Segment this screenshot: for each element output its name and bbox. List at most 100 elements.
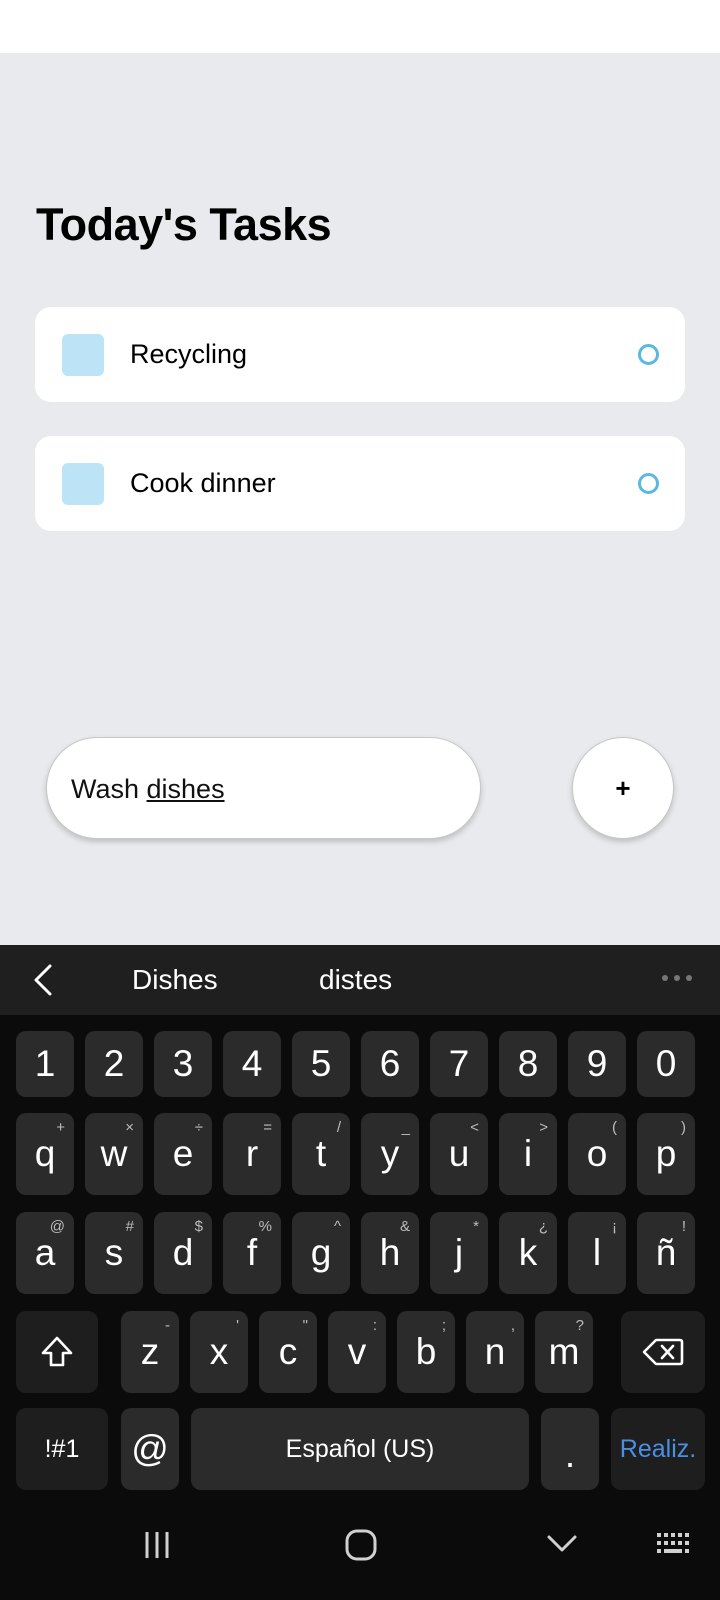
key-label: 8 — [517, 1043, 539, 1084]
task-label: Recycling — [130, 339, 248, 369]
key-hint: & — [399, 1218, 410, 1235]
number-key[interactable]: 9 — [568, 1031, 626, 1097]
key-label: q — [34, 1133, 56, 1174]
key-label: 0 — [655, 1043, 677, 1084]
key-label: z — [140, 1331, 160, 1372]
letter-key[interactable]: q + — [16, 1113, 74, 1195]
number-key[interactable]: 4 — [223, 1031, 281, 1097]
key-hint: * — [473, 1218, 479, 1235]
key-label: x — [209, 1331, 229, 1372]
letter-key[interactable]: w × — [85, 1113, 143, 1195]
letter-key[interactable]: k ¿ — [499, 1212, 557, 1294]
key-label: i — [523, 1133, 533, 1174]
key-hint: ¿ — [538, 1218, 548, 1235]
shift-arrow-icon — [41, 1336, 73, 1367]
key-hint: × — [125, 1119, 134, 1136]
task-complete-circle-icon[interactable] — [638, 344, 659, 365]
key-hint: ' — [236, 1317, 239, 1334]
at-key[interactable]: @ — [121, 1408, 179, 1490]
key-hint: @ — [49, 1218, 65, 1235]
key-label: 4 — [241, 1043, 263, 1084]
letter-key[interactable]: m? — [535, 1311, 593, 1393]
letter-key[interactable]: l ¡ — [568, 1212, 626, 1294]
space-key[interactable]: Español (US) — [191, 1408, 529, 1490]
key-label: r — [245, 1133, 259, 1174]
letter-key[interactable]: p) — [637, 1113, 695, 1195]
suggestion-word[interactable]: Dishes — [132, 945, 218, 1015]
key-label: b — [415, 1331, 437, 1372]
key-hint: ^ — [333, 1218, 341, 1235]
letter-key[interactable]: s # — [85, 1212, 143, 1294]
key-hint: ÷ — [194, 1119, 203, 1136]
shift-key[interactable] — [16, 1311, 98, 1393]
more-options-icon[interactable] — [662, 975, 692, 985]
letter-key[interactable]: b; — [397, 1311, 455, 1393]
chevron-left-icon[interactable] — [30, 963, 60, 997]
status-bar — [0, 0, 720, 53]
suggestion-word[interactable]: distes — [319, 945, 392, 1015]
key-label: j — [454, 1232, 464, 1273]
key-label: w — [100, 1133, 128, 1174]
letter-key[interactable]: j * — [430, 1212, 488, 1294]
task-card[interactable]: Recycling — [35, 307, 685, 402]
key-label: o — [586, 1133, 608, 1174]
add-task-button[interactable]: + — [572, 737, 674, 839]
letter-key[interactable]: n, — [466, 1311, 524, 1393]
letter-key[interactable]: r = — [223, 1113, 281, 1195]
letter-key[interactable]: h & — [361, 1212, 419, 1294]
key-label: d — [172, 1232, 194, 1273]
key-hint: ) — [681, 1119, 686, 1136]
key-hint: = — [263, 1119, 272, 1136]
key-label: ñ — [655, 1232, 677, 1273]
letter-key[interactable]: t / — [292, 1113, 350, 1195]
key-hint: + — [56, 1119, 65, 1136]
number-key[interactable]: 8 — [499, 1031, 557, 1097]
period-key[interactable]: . — [541, 1408, 599, 1490]
key-hint: < — [470, 1119, 479, 1136]
home-icon[interactable] — [344, 1528, 378, 1562]
letter-key[interactable]: e ÷ — [154, 1113, 212, 1195]
letter-key[interactable]: a @ — [16, 1212, 74, 1294]
letter-key[interactable]: ñ! — [637, 1212, 695, 1294]
number-key[interactable]: 7 — [430, 1031, 488, 1097]
key-hint: ; — [441, 1317, 446, 1334]
number-key[interactable]: 6 — [361, 1031, 419, 1097]
number-key[interactable]: 1 — [16, 1031, 74, 1097]
key-label: h — [379, 1232, 401, 1273]
key-hint: $ — [194, 1218, 203, 1235]
task-card[interactable]: Cook dinner — [35, 436, 685, 531]
number-key[interactable]: 3 — [154, 1031, 212, 1097]
letter-key[interactable]: y _ — [361, 1113, 419, 1195]
letter-key[interactable]: o( — [568, 1113, 626, 1195]
key-label: m — [548, 1331, 580, 1372]
recent-apps-icon[interactable] — [142, 1530, 172, 1560]
key-label: 2 — [103, 1043, 125, 1084]
keyboard-icon[interactable] — [655, 1530, 695, 1560]
key-hint: - — [165, 1317, 170, 1334]
letter-key[interactable]: i > — [499, 1113, 557, 1195]
task-square-icon[interactable] — [62, 463, 104, 505]
letter-key[interactable]: v: — [328, 1311, 386, 1393]
task-complete-circle-icon[interactable] — [638, 473, 659, 494]
symbols-key[interactable]: !#1 — [16, 1408, 108, 1490]
letter-key[interactable]: d $ — [154, 1212, 212, 1294]
letter-key[interactable]: c " — [259, 1311, 317, 1393]
chevron-down-icon[interactable] — [546, 1533, 578, 1555]
letter-key[interactable]: f% — [223, 1212, 281, 1294]
letter-key[interactable]: z- — [121, 1311, 179, 1393]
number-key[interactable]: 5 — [292, 1031, 350, 1097]
letter-key[interactable]: u < — [430, 1113, 488, 1195]
task-square-icon[interactable] — [62, 334, 104, 376]
backspace-icon — [642, 1338, 684, 1366]
key-label: t — [315, 1133, 327, 1174]
number-key[interactable]: 2 — [85, 1031, 143, 1097]
key-label: 6 — [379, 1043, 401, 1084]
done-key[interactable]: Realiz. — [611, 1408, 705, 1490]
backspace-key[interactable] — [621, 1311, 705, 1393]
key-label: s — [104, 1232, 124, 1273]
letter-key[interactable]: x ' — [190, 1311, 248, 1393]
letter-key[interactable]: g ^ — [292, 1212, 350, 1294]
key-hint: ! — [681, 1218, 686, 1235]
number-key[interactable]: 0 — [637, 1031, 695, 1097]
new-task-input[interactable]: Wash dishes — [46, 737, 481, 839]
